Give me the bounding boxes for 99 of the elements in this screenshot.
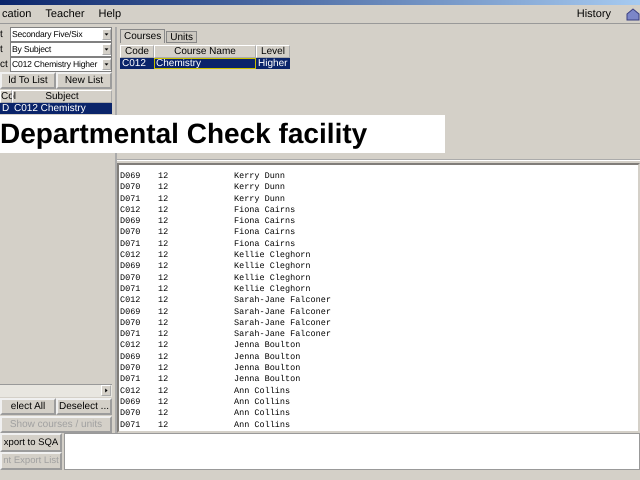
record-cell-text: 12 bbox=[158, 386, 170, 397]
field-label: t bbox=[0, 44, 4, 54]
record-cell-text: 12 bbox=[158, 204, 170, 216]
menu-item[interactable]: Teacher bbox=[43, 8, 86, 20]
record-cell-text: Kellie Cleghorn bbox=[234, 272, 312, 284]
record-cell-text: Ann Collins bbox=[234, 408, 292, 420]
record-cell-text: D070 bbox=[120, 318, 142, 330]
record-cell-text: 12 bbox=[158, 171, 170, 182]
dropdown[interactable]: C012 Chemistry Higher bbox=[10, 56, 112, 72]
tab[interactable]: Units bbox=[166, 31, 198, 43]
record-cell-text: Sarah-Jane Falconer bbox=[234, 306, 332, 318]
record-cell-text: Sarah-Jane Falconer bbox=[234, 329, 332, 340]
record-cell-text: Kellie Cleghorn bbox=[234, 261, 312, 273]
dropdown[interactable]: Secondary Five/Six bbox=[10, 26, 112, 42]
menu-item[interactable]: cation bbox=[0, 8, 34, 20]
menu-item[interactable]: Help bbox=[96, 8, 124, 20]
record-cell-text: C012 bbox=[120, 250, 142, 262]
record-cell-text: D069 bbox=[120, 216, 142, 228]
text-area[interactable] bbox=[64, 433, 640, 470]
record-cell-text: D071 bbox=[120, 420, 142, 431]
record-cell-text: Jenna Boulton bbox=[234, 352, 302, 364]
record-cell-text: 12 bbox=[158, 216, 170, 228]
export-button[interactable]: xport to SQA bbox=[0, 433, 62, 452]
record-cell-text: D071 bbox=[120, 329, 142, 340]
record-cell-text: 12 bbox=[158, 352, 170, 364]
record-cell-text: 12 bbox=[158, 408, 170, 420]
scroll-right-icon[interactable] bbox=[101, 385, 111, 396]
list-button[interactable]: ld To List bbox=[0, 72, 56, 89]
record-cell-text: Kerry Dunn bbox=[234, 171, 286, 182]
column-header: Course Name bbox=[154, 45, 256, 58]
record-cell-text: 12 bbox=[158, 396, 170, 408]
record-cell-text: 12 bbox=[158, 295, 170, 307]
record-cell-text: 12 bbox=[158, 284, 170, 296]
record-cell-text: 12 bbox=[158, 250, 170, 262]
record-cell-text: D069 bbox=[120, 352, 142, 364]
record-cell-text: Kellie Cleghorn bbox=[234, 284, 312, 296]
record-cell-text: 12 bbox=[158, 238, 170, 250]
record-cell-text: Kerry Dunn bbox=[234, 194, 286, 205]
record-cell-text: Jenna Boulton bbox=[234, 374, 302, 386]
record-cell-text: 12 bbox=[158, 272, 170, 284]
list-button[interactable]: New List bbox=[56, 72, 112, 89]
record-cell-text: Fiona Cairns bbox=[234, 204, 296, 216]
record-cell-text: D069 bbox=[120, 306, 142, 318]
record-cell-text: 12 bbox=[158, 227, 170, 239]
history-menu[interactable]: History bbox=[574, 8, 613, 20]
record-cell-text: D071 bbox=[120, 374, 142, 386]
record-cell-text: Kerry Dunn bbox=[234, 182, 286, 194]
scrollbar[interactable] bbox=[0, 384, 112, 397]
record-cell-text: Sarah-Jane Falconer bbox=[234, 318, 332, 330]
record-cell-text: D071 bbox=[120, 238, 142, 250]
record-cell-text: Sarah-Jane Falconer bbox=[234, 295, 332, 307]
record-cell-text: 12 bbox=[158, 194, 170, 205]
record-cell-text: Fiona Cairns bbox=[234, 227, 296, 239]
record-cell-text: 12 bbox=[158, 261, 170, 273]
banner-caption: Departmental Check facility bbox=[0, 115, 445, 153]
record-cell-text: D070 bbox=[120, 363, 142, 374]
record-cell-text: C012 bbox=[120, 340, 142, 352]
record-cell-text: D070 bbox=[120, 227, 142, 239]
column-header: Code bbox=[120, 45, 154, 58]
record-cell-text: Ann Collins bbox=[234, 420, 292, 431]
field-label: ct bbox=[0, 58, 8, 70]
record-cell-text: 12 bbox=[158, 318, 170, 330]
select-button[interactable]: Deselect ... bbox=[56, 398, 112, 415]
column-header: Level bbox=[256, 45, 290, 58]
record-cell-text: 12 bbox=[158, 306, 170, 318]
record-cell-text: D069 bbox=[120, 261, 142, 273]
record-cell-text: Ann Collins bbox=[234, 396, 292, 408]
record-cell-text: D071 bbox=[120, 194, 142, 205]
record-cell-text: D071 bbox=[120, 284, 142, 296]
record-cell-text: D069 bbox=[120, 396, 142, 408]
table-cell[interactable]: D bbox=[0, 103, 12, 114]
record-cell-text: Jenna Boulton bbox=[234, 363, 302, 374]
record-cell-text: D069 bbox=[120, 171, 142, 182]
record-cell-text: D070 bbox=[120, 182, 142, 194]
record-cell-text: Jenna Boulton bbox=[234, 340, 302, 352]
house-icon[interactable] bbox=[626, 7, 640, 21]
record-cell-text: 12 bbox=[158, 329, 170, 340]
table-cell[interactable]: Chemistry bbox=[154, 58, 256, 69]
record-cell-text: 12 bbox=[158, 340, 170, 352]
table-cell[interactable]: C012 Chemistry bbox=[12, 103, 112, 114]
record-cell-text: D070 bbox=[120, 408, 142, 420]
record-cell-text: 12 bbox=[158, 363, 170, 374]
record-cell-text: 12 bbox=[158, 374, 170, 386]
field-label: t bbox=[0, 28, 4, 40]
record-cell-text: Ann Collins bbox=[234, 386, 292, 397]
tab[interactable]: Courses bbox=[120, 29, 166, 43]
record-cell-text: 12 bbox=[158, 182, 170, 194]
record-cell-text: C012 bbox=[120, 204, 142, 216]
record-cell-text: D070 bbox=[120, 272, 142, 284]
table-cell[interactable]: C012 bbox=[120, 58, 154, 69]
record-cell-text: Fiona Cairns bbox=[234, 216, 296, 228]
record-cell-text: Fiona Cairns bbox=[234, 238, 296, 250]
dropdown[interactable]: By Subject bbox=[10, 42, 112, 56]
select-button[interactable]: elect All bbox=[0, 398, 56, 415]
record-cell-text: C012 bbox=[120, 386, 142, 397]
record-cell-text: Kellie Cleghorn bbox=[234, 250, 312, 262]
table-cell[interactable]: Higher bbox=[256, 58, 290, 69]
record-cell-text: C012 bbox=[120, 295, 142, 307]
record-cell-text: 12 bbox=[158, 420, 170, 431]
